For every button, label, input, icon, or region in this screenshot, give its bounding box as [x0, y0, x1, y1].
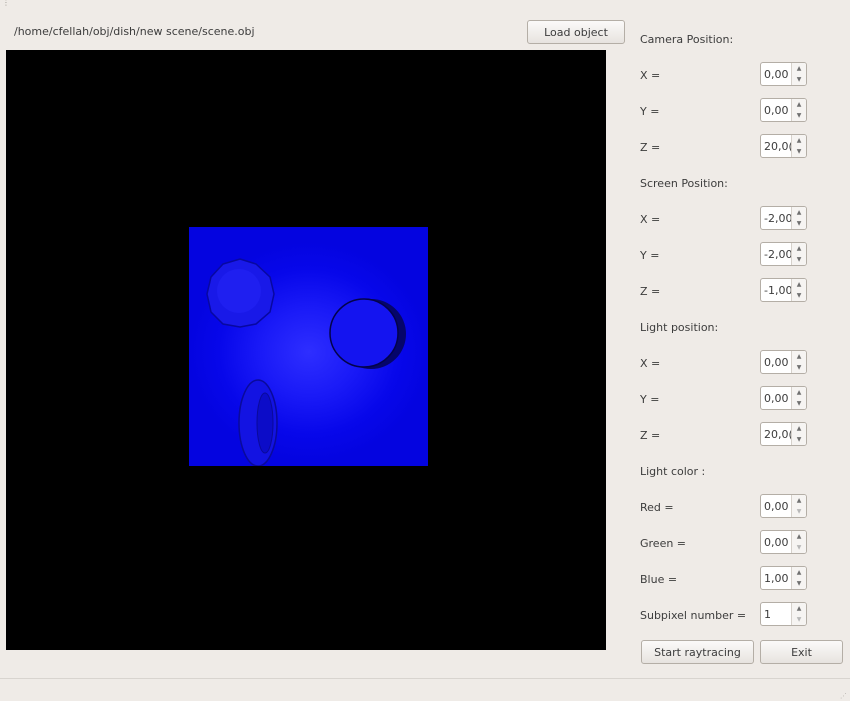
chevron-down-icon[interactable]: ▼ — [792, 542, 806, 553]
chevron-up-icon[interactable]: ▲ — [792, 603, 806, 614]
toolbar-grip-icon: ⋮ — [2, 0, 10, 7]
chevron-down-icon[interactable]: ▼ — [792, 398, 806, 409]
chevron-up-icon[interactable]: ▲ — [792, 63, 806, 74]
light-z-label: Z = — [640, 429, 661, 442]
chevron-up-icon[interactable]: ▲ — [792, 387, 806, 398]
light-x-value: 0,00 — [764, 356, 789, 369]
light-z-spinbox[interactable]: 20,0( ▲ ▼ — [760, 422, 807, 446]
camera-x-value: 0,00 — [764, 68, 789, 81]
screen-z-value: -1,00 — [764, 284, 793, 297]
chevron-up-icon[interactable]: ▲ — [792, 207, 806, 218]
chevron-down-icon[interactable]: ▼ — [792, 362, 806, 373]
load-object-button[interactable]: Load object — [527, 20, 625, 44]
rendered-scene — [189, 227, 428, 466]
camera-x-label: X = — [640, 69, 661, 82]
chevron-down-icon[interactable]: ▼ — [792, 110, 806, 121]
blue-label: Blue = — [640, 573, 678, 586]
chevron-down-icon[interactable]: ▼ — [792, 578, 806, 589]
screen-y-value: -2,00 — [764, 248, 793, 261]
chevron-up-icon[interactable]: ▲ — [792, 423, 806, 434]
camera-z-label: Z = — [640, 141, 661, 154]
render-viewport — [6, 50, 606, 650]
light-y-label: Y = — [640, 393, 660, 406]
red-label: Red = — [640, 501, 674, 514]
screen-x-label: X = — [640, 213, 661, 226]
camera-x-spinbox[interactable]: 0,00 ▲ ▼ — [760, 62, 807, 86]
screen-y-label: Y = — [640, 249, 660, 262]
screen-z-spinbox[interactable]: -1,00 ▲ ▼ — [760, 278, 807, 302]
status-bar: ⋰ — [0, 678, 850, 701]
light-position-heading: Light position: — [640, 321, 719, 334]
green-spinbox[interactable]: 0,00 ▲ ▼ — [760, 530, 807, 554]
chevron-down-icon[interactable]: ▼ — [792, 146, 806, 157]
camera-z-spinbox[interactable]: 20,0( ▲ ▼ — [760, 134, 807, 158]
light-x-spinbox[interactable]: 0,00 ▲ ▼ — [760, 350, 807, 374]
screen-x-spinbox[interactable]: -2,00 ▲ ▼ — [760, 206, 807, 230]
green-label: Green = — [640, 537, 687, 550]
light-y-spinbox[interactable]: 0,00 ▲ ▼ — [760, 386, 807, 410]
chevron-up-icon[interactable]: ▲ — [792, 351, 806, 362]
light-color-heading: Light color : — [640, 465, 706, 478]
chevron-up-icon[interactable]: ▲ — [792, 99, 806, 110]
light-z-value: 20,0( — [764, 428, 793, 441]
subpixel-label: Subpixel number = — [640, 609, 747, 622]
light-x-label: X = — [640, 357, 661, 370]
chevron-up-icon[interactable]: ▲ — [792, 531, 806, 542]
chevron-down-icon[interactable]: ▼ — [792, 74, 806, 85]
rendered-objects — [206, 258, 406, 466]
chevron-down-icon[interactable]: ▼ — [792, 254, 806, 265]
chevron-up-icon[interactable]: ▲ — [792, 243, 806, 254]
green-value: 0,00 — [764, 536, 789, 549]
chevron-down-icon[interactable]: ▼ — [792, 290, 806, 301]
chevron-up-icon[interactable]: ▲ — [792, 567, 806, 578]
blue-spinbox[interactable]: 1,00 ▲ ▼ — [760, 566, 807, 590]
camera-y-label: Y = — [640, 105, 660, 118]
red-spinbox[interactable]: 0,00 ▲ ▼ — [760, 494, 807, 518]
camera-position-heading: Camera Position: — [640, 33, 734, 46]
start-raytracing-button[interactable]: Start raytracing — [641, 640, 754, 664]
screen-x-value: -2,00 — [764, 212, 793, 225]
camera-y-value: 0,00 — [764, 104, 789, 117]
chevron-up-icon[interactable]: ▲ — [792, 135, 806, 146]
chevron-up-icon[interactable]: ▲ — [792, 495, 806, 506]
screen-z-label: Z = — [640, 285, 661, 298]
camera-y-spinbox[interactable]: 0,00 ▲ ▼ — [760, 98, 807, 122]
red-value: 0,00 — [764, 500, 789, 513]
subpixel-value: 1 — [764, 608, 771, 621]
screen-y-spinbox[interactable]: -2,00 ▲ ▼ — [760, 242, 807, 266]
screen-position-heading: Screen Position: — [640, 177, 728, 190]
size-grip-icon[interactable]: ⋰ — [840, 693, 847, 700]
chevron-down-icon[interactable]: ▼ — [792, 614, 806, 625]
chevron-down-icon[interactable]: ▼ — [792, 434, 806, 445]
camera-z-value: 20,0( — [764, 140, 793, 153]
blue-value: 1,00 — [764, 572, 789, 585]
chevron-up-icon[interactable]: ▲ — [792, 279, 806, 290]
chevron-down-icon[interactable]: ▼ — [792, 218, 806, 229]
file-path-label: /home/cfellah/obj/dish/new scene/scene.o… — [14, 25, 255, 38]
exit-button[interactable]: Exit — [760, 640, 843, 664]
chevron-down-icon[interactable]: ▼ — [792, 506, 806, 517]
subpixel-spinbox[interactable]: 1 ▲ ▼ — [760, 602, 807, 626]
light-y-value: 0,00 — [764, 392, 789, 405]
